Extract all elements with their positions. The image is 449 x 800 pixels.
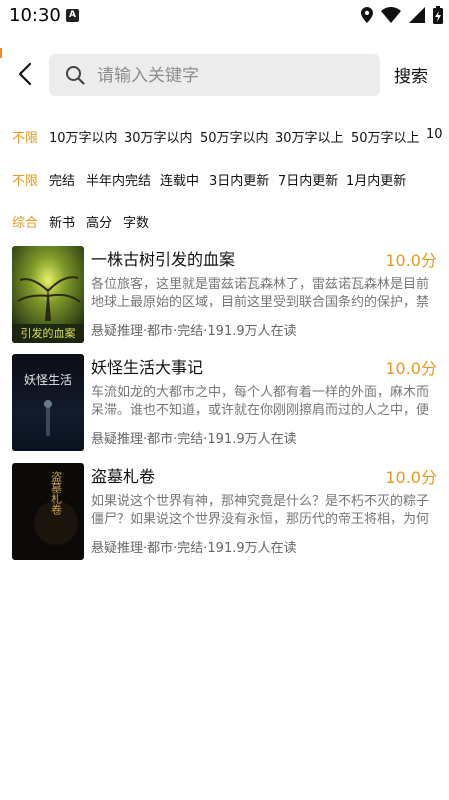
status-bar: 10:30 A (0, 0, 449, 34)
book-meta: 悬疑推理·都市·完结·191.9万人在读 (91, 324, 297, 339)
filter-word-over-300k[interactable]: 30万字以上 (275, 127, 344, 146)
book-cover-title: 妖怪生活 (24, 373, 72, 387)
book-meta: 悬疑推理·都市·完结·191.9万人在读 (91, 432, 297, 447)
book-item[interactable]: 引发的血案 一株古树引发的血案 10.0分 各位旅客，这里就是雷兹诺瓦森林了，雷… (12, 246, 437, 344)
book-cover: 妖怪生活 (12, 354, 84, 451)
book-cover: 引发的血案 (12, 246, 84, 343)
book-score: 10.0分 (385, 251, 437, 270)
filter-word-truncated[interactable]: 10 (426, 127, 443, 142)
book-title[interactable]: 一株古树引发的血案 (91, 246, 235, 270)
book-cover: 盗墓札卷 (12, 463, 84, 560)
filter-status-updated-3d[interactable]: 3日内更新 (209, 170, 269, 189)
filter-word-under-300k[interactable]: 30万字以内 (124, 127, 193, 146)
sort-new[interactable]: 新书 (49, 212, 75, 231)
book-score: 10.0分 (385, 359, 437, 378)
status-time: 10:30 (9, 5, 61, 26)
signal-icon (409, 7, 425, 23)
filter-word-over-500k[interactable]: 50万字以上 (351, 127, 420, 146)
status-icons (361, 6, 443, 24)
battery-charging-icon (433, 6, 443, 24)
filter-status-completed-half-year[interactable]: 半年内完结 (86, 170, 151, 189)
book-item[interactable]: 妖怪生活 妖怪生活大事记 10.0分 车流如龙的大都市之中，每个人都有着一样的外… (12, 354, 437, 452)
search-button[interactable]: 搜索 (394, 62, 428, 87)
book-description: 各位旅客，这里就是雷兹诺瓦森林了，雷兹诺瓦森林是目前地球上最原始的区域，目前这里… (91, 277, 430, 310)
book-cover-title: 引发的血案 (21, 326, 76, 340)
search-header: 搜索 (0, 48, 449, 100)
sort-comprehensive[interactable]: 综合 (12, 212, 38, 231)
back-button[interactable] (14, 60, 38, 88)
wifi-icon (381, 7, 401, 23)
filter-status-completed[interactable]: 完结 (49, 170, 75, 189)
back-arrow-icon (18, 62, 32, 86)
filter-status-updated-7d[interactable]: 7日内更新 (278, 170, 338, 189)
book-description: 车流如龙的大都市之中，每个人都有着一样的外面，麻木而呆滞。谁也不知道，或许就在你… (91, 385, 430, 418)
search-box[interactable] (49, 54, 380, 96)
book-title[interactable]: 妖怪生活大事记 (91, 354, 203, 378)
book-cover-title: 盗墓札卷 (50, 471, 63, 515)
search-icon (66, 66, 85, 85)
book-meta: 悬疑推理·都市·完结·191.9万人在读 (91, 541, 297, 556)
book-title[interactable]: 盗墓札卷 (91, 463, 155, 487)
book-item[interactable]: 盗墓札卷 盗墓札卷 10.0分 如果说这个世界有神，那神究竟是什么？是不朽不灭的… (12, 463, 437, 561)
app-notification-icon: A (66, 9, 79, 22)
filter-status-updated-1m[interactable]: 1月内更新 (346, 170, 406, 189)
sort-high-score[interactable]: 高分 (86, 212, 112, 231)
book-description: 如果说这个世界有神，那神究竟是什么？是不朽不灭的粽子僵尸？如果说这个世界没有永恒… (91, 494, 430, 527)
word-count-filter: 不限 10万字以内 30万字以内 50万字以内 30万字以上 50万字以上 10 (0, 124, 449, 148)
filter-word-under-500k[interactable]: 50万字以内 (200, 127, 269, 146)
book-score: 10.0分 (385, 468, 437, 487)
search-input[interactable] (95, 60, 369, 92)
sort-filter: 综合 新书 高分 字数 (0, 209, 449, 233)
filter-status-any[interactable]: 不限 (12, 170, 38, 189)
sort-word-count[interactable]: 字数 (123, 212, 149, 231)
status-filter: 不限 完结 半年内完结 连载中 3日内更新 7日内更新 1月内更新 (0, 167, 449, 191)
filter-word-under-100k[interactable]: 10万字以内 (49, 127, 118, 146)
filter-word-any[interactable]: 不限 (12, 127, 38, 146)
filter-status-ongoing[interactable]: 连载中 (160, 170, 199, 189)
location-icon (361, 7, 373, 23)
